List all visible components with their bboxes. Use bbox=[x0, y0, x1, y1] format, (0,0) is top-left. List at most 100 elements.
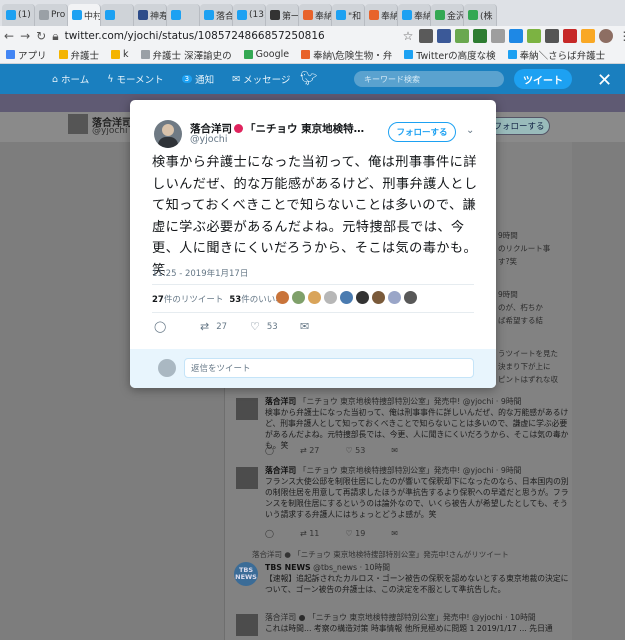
profile-avatar-icon[interactable] bbox=[599, 29, 614, 43]
extension-icon[interactable] bbox=[437, 29, 452, 43]
close-modal-icon[interactable]: ✕ bbox=[597, 70, 612, 91]
tweet-author-badge: 「ニチョウ 東京地検特捜部特別公室」発売中! bbox=[298, 397, 461, 406]
like-action[interactable]: ♡ 19 bbox=[345, 529, 365, 538]
extension-icon[interactable] bbox=[581, 29, 596, 43]
tweet-author-name[interactable]: 落合洋司 bbox=[265, 466, 296, 475]
home-icon: ⌂ bbox=[52, 73, 59, 85]
bookmark-item[interactable]: k bbox=[111, 49, 129, 60]
twitter-bird-icon[interactable]: 🐦︎ bbox=[300, 71, 318, 87]
tab-favicon-icon bbox=[369, 10, 379, 20]
tweet-timestamp[interactable]: 11:25 - 2019年1月17日 bbox=[152, 267, 248, 279]
bookmark-item[interactable]: 奉納＼さらば弁護士 bbox=[507, 48, 605, 62]
extension-icon[interactable] bbox=[563, 29, 578, 43]
browser-tab[interactable]: Pro bbox=[35, 4, 68, 26]
nav-moments[interactable]: ϟ モーメント bbox=[107, 72, 163, 87]
reply-action[interactable]: ◯ bbox=[154, 320, 200, 333]
browser-tab[interactable]: 奉納 bbox=[365, 4, 398, 26]
bookmark-favicon-icon bbox=[301, 50, 311, 59]
author-handle[interactable]: @yjochi bbox=[190, 134, 227, 145]
japan-flag-icon bbox=[234, 124, 243, 133]
liker-avatar[interactable] bbox=[292, 291, 305, 304]
like-action[interactable]: ♡ 53 bbox=[250, 320, 300, 333]
nav-messages[interactable]: ✉ メッセージ bbox=[232, 72, 290, 87]
liker-avatar[interactable] bbox=[356, 291, 369, 304]
extension-icon[interactable] bbox=[527, 29, 542, 43]
extension-icon[interactable] bbox=[545, 29, 560, 43]
browser-tab[interactable]: 金沢 bbox=[431, 4, 464, 26]
extension-icon[interactable] bbox=[509, 29, 524, 43]
tweet-time[interactable]: 9時間 bbox=[501, 397, 522, 406]
browser-tab[interactable]: (株 bbox=[464, 4, 497, 26]
bookmark-star-icon[interactable]: ☆ bbox=[403, 29, 414, 43]
reply-input[interactable]: 返信をツイート bbox=[184, 358, 474, 378]
browser-tab[interactable]: 奉納 bbox=[398, 4, 431, 26]
tweet-button[interactable]: ツイート bbox=[514, 69, 572, 89]
bookmark-label: 奉納\危険生物・弁 bbox=[313, 50, 393, 62]
extension-icon[interactable] bbox=[473, 29, 488, 43]
profile-avatar[interactable] bbox=[68, 114, 88, 134]
browser-tab[interactable]: (1) bbox=[2, 4, 35, 26]
timeline-tweet[interactable]: 落合洋司 「ニチョウ 東京地検特捜部特別公室」発売中! @yjochi · 9時… bbox=[236, 396, 570, 458]
menu-icon[interactable]: ⋮ bbox=[617, 29, 625, 43]
tweet-author-handle: @yjochi bbox=[462, 466, 494, 475]
message-action[interactable]: ✉ bbox=[300, 320, 309, 333]
extension-icon[interactable] bbox=[491, 29, 506, 43]
retweet-stat[interactable]: 27件のリツイート bbox=[152, 293, 223, 305]
back-icon[interactable]: ← bbox=[4, 29, 14, 43]
reply-icon[interactable]: ◯ bbox=[265, 529, 274, 538]
liker-avatar[interactable] bbox=[276, 291, 289, 304]
follow-button[interactable]: フォローする bbox=[388, 122, 456, 142]
author-avatar[interactable] bbox=[154, 120, 182, 148]
bookmark-item[interactable]: Twitterの高度な検 bbox=[404, 48, 496, 62]
bookmark-item[interactable]: アプリ bbox=[6, 48, 47, 62]
liker-avatar[interactable] bbox=[324, 291, 337, 304]
retweet-action[interactable]: ⇄ 27 bbox=[200, 320, 250, 333]
bookmark-item[interactable]: Google bbox=[243, 49, 289, 60]
nav-home[interactable]: ⌂ ホーム bbox=[52, 72, 89, 87]
tweet-avatar[interactable] bbox=[236, 614, 258, 636]
liker-avatar[interactable] bbox=[308, 291, 321, 304]
extension-icon[interactable] bbox=[455, 29, 470, 43]
browser-tab[interactable]: 神寿 bbox=[134, 4, 167, 26]
forward-icon[interactable]: → bbox=[20, 29, 30, 43]
bookmark-item[interactable]: 奉納\危険生物・弁 bbox=[301, 48, 392, 62]
divider bbox=[152, 284, 474, 285]
timeline-tweet[interactable]: TBS NEWS @tbs_news · 10時間 【速報】追起訴されたカルロス… bbox=[236, 562, 570, 602]
reload-icon[interactable]: ↻ bbox=[36, 29, 46, 43]
profile-follow-button[interactable]: フォローする bbox=[488, 117, 550, 135]
retweet-action[interactable]: ⇄ 11 bbox=[300, 529, 319, 538]
timeline-tweet[interactable]: 落合洋司 「ニチョウ 東京地検特捜部特別公室」発売中! @yjochi · 9時… bbox=[236, 465, 570, 541]
bookmark-item[interactable]: 弁護士 bbox=[58, 48, 99, 62]
browser-tab[interactable]: 中村 bbox=[68, 4, 101, 26]
extension-icon[interactable] bbox=[419, 29, 434, 43]
bookmark-item[interactable]: 弁護士 深澤諭史の bbox=[140, 48, 232, 62]
like-action[interactable]: ♡ 53 bbox=[345, 446, 365, 455]
liker-avatar[interactable] bbox=[404, 291, 417, 304]
timeline-tweet[interactable]: 落合洋司 ● 「ニチョウ 東京地検特捜部特別公室」発売中! @yjochi · … bbox=[236, 612, 570, 640]
browser-tab[interactable]: (13) bbox=[233, 4, 266, 26]
browser-tab[interactable]: "和 bbox=[332, 4, 365, 26]
browser-tab[interactable] bbox=[167, 4, 200, 26]
liker-avatar[interactable] bbox=[340, 291, 353, 304]
tweet-author-name[interactable]: 落合洋司 bbox=[265, 397, 296, 406]
chevron-down-icon[interactable]: ⌄ bbox=[466, 125, 474, 136]
tweet-avatar[interactable] bbox=[236, 398, 258, 420]
search-input[interactable]: キーワード検索 bbox=[354, 71, 504, 87]
browser-tab[interactable]: 奉納 bbox=[299, 4, 332, 26]
tweet-time[interactable]: 10時間 bbox=[365, 563, 391, 572]
nav-notifications[interactable]: 3 通知 bbox=[181, 72, 214, 86]
retweet-action[interactable]: ⇄ 27 bbox=[300, 446, 319, 455]
tweet-avatar[interactable] bbox=[236, 467, 258, 489]
liker-avatar[interactable] bbox=[388, 291, 401, 304]
tweet-time[interactable]: 9時間 bbox=[501, 466, 522, 475]
message-icon[interactable]: ✉ bbox=[391, 529, 398, 538]
liker-avatar[interactable] bbox=[372, 291, 385, 304]
message-icon[interactable]: ✉ bbox=[391, 446, 398, 455]
url-field[interactable]: twitter.com/yjochi/status/10857248668572… bbox=[65, 28, 325, 44]
browser-tab[interactable] bbox=[101, 4, 134, 26]
retweet-indicator[interactable]: 落合洋司 ● 「ニチョウ 東京地検特捜部特別公室」発売中!さんがリツイート bbox=[252, 549, 509, 560]
reply-icon[interactable]: ◯ bbox=[265, 446, 274, 455]
browser-tab[interactable]: 第一 bbox=[266, 4, 299, 26]
tweet-author-name[interactable]: TBS NEWS bbox=[265, 563, 311, 572]
browser-tab[interactable]: 落合 bbox=[200, 4, 233, 26]
